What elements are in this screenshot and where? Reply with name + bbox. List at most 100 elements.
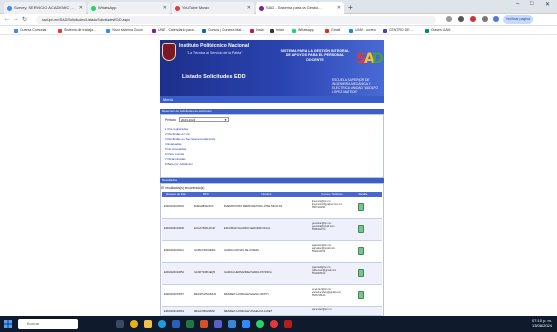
- browser-tab-active[interactable]: SAD - Sistema para la Gestió... ✕: [256, 2, 344, 14]
- correo-cell: gescobar@ipn.mx gescoba@gmail.com 55381022…: [312, 222, 335, 231]
- back-icon[interactable]: ←: [4, 16, 10, 22]
- tab-label: SAD - Sistema para la Gestió...: [266, 5, 322, 10]
- folio-cell: EDD2023010057: [164, 293, 184, 296]
- bookmarks-bar: Cuenta Comunal Sistema de trabajo... Vis…: [0, 26, 557, 35]
- task-view-icon[interactable]: [116, 320, 124, 328]
- detail-icon[interactable]: [358, 291, 364, 299]
- rfc-cell: GANP740811EQ5: [194, 271, 216, 274]
- maximize-button[interactable]: □: [530, 1, 534, 7]
- results-section-title: Resultados: [162, 178, 178, 182]
- nombre-cell: GARCIA HERNANDEZ MARIA PATRICIA: [224, 271, 272, 274]
- bookmark-item[interactable]: Sistema de trabajo...: [58, 27, 96, 34]
- extension-icon[interactable]: [482, 16, 488, 22]
- powerpoint-icon[interactable]: [200, 320, 208, 328]
- correo-cell: ajmendez@ipn.mx: [312, 308, 332, 311]
- browser-tab[interactable]: YouTube Music ✕: [172, 2, 254, 14]
- minimize-button[interactable]: –: [516, 1, 519, 7]
- page-title: Listado Solicitudes EDD: [182, 74, 246, 80]
- web-page: Instituto Politécnico Nacional "La Técni…: [0, 35, 557, 316]
- bookmark-item[interactable]: Whatsapp: [292, 27, 314, 34]
- close-icon[interactable]: ✕: [163, 2, 167, 14]
- table-row: EDD2023010034 BUEG880923UX BUENROSTRO BE…: [162, 197, 382, 219]
- bookmark-item[interactable]: UNE - Calendario para...: [152, 27, 196, 34]
- clock-date: 13/08/2024: [531, 323, 552, 328]
- rfc-cell: GUMA730914D8A: [194, 249, 216, 252]
- file-explorer-icon[interactable]: [144, 320, 152, 328]
- status-link[interactable]: 4 Evaluadas: [165, 142, 182, 146]
- taskbar: Buscar 07:10 p. m. 13/08/2024: [0, 316, 557, 332]
- rfc-cell: MEOR710522MH4: [194, 293, 216, 296]
- teams-icon[interactable]: [214, 320, 222, 328]
- filter-box: Periodo 2023-2024 ▼ 1 Pre-registradas 2 R…: [160, 114, 384, 178]
- folio-cell: EDD2023010063: [164, 310, 184, 313]
- bookmark-item[interactable]: Visor sistema Zoom: [106, 27, 143, 34]
- downloads-icon[interactable]: [493, 16, 499, 22]
- institute-name: Instituto Politécnico Nacional: [179, 43, 250, 49]
- word-icon[interactable]: [172, 320, 180, 328]
- correo-cell: pgarciah@ipn.mx pathernan@gmail.com 551490…: [312, 266, 337, 275]
- close-icon[interactable]: ✕: [79, 2, 83, 14]
- bookmark-item[interactable]: Gmail: [325, 27, 340, 34]
- folio-cell: EDD2023010041: [164, 249, 184, 252]
- browser-tab[interactable]: WhatsApp ✕: [88, 2, 170, 14]
- table-row: EDD2023010052 GANP740811EQ5 GARCIA HERNA…: [162, 263, 382, 285]
- detail-icon[interactable]: [358, 247, 364, 255]
- address-input[interactable]: sad.ipn.mx/SAD/Solicitudes/ListadoSolici…: [36, 16, 436, 24]
- extension-icon[interactable]: [458, 16, 464, 22]
- site-banner: Instituto Politécnico Nacional "La Técni…: [160, 40, 384, 96]
- mail-icon[interactable]: [228, 320, 236, 328]
- status-link[interactable]: 5 No Aceptadas: [165, 147, 186, 151]
- bookmark-item[interactable]: Clases UAM: [425, 27, 450, 34]
- system-clock[interactable]: 07:10 p. m. 13/08/2024: [520, 318, 552, 328]
- chrome-icon[interactable]: [130, 320, 138, 328]
- windows-start-icon[interactable]: [4, 320, 12, 328]
- close-icon[interactable]: ✕: [337, 2, 341, 14]
- ciclo-value: 2023-2024: [181, 118, 196, 122]
- status-link[interactable]: 8 Baja por Jubilación: [165, 162, 193, 166]
- browser-tab-bar: Survey, SERVICIO ACADEMIC ... ✕ WhatsApp ✕…: [0, 0, 557, 14]
- zoom-icon[interactable]: [242, 320, 250, 328]
- close-icon[interactable]: ✕: [247, 2, 251, 14]
- menu-bar[interactable]: Menú: [160, 96, 384, 103]
- new-tab-button[interactable]: +: [348, 3, 353, 13]
- extension-icon[interactable]: [470, 16, 476, 22]
- bookmark-item[interactable]: Inicio: [270, 27, 284, 34]
- status-link[interactable]: 1 Pre-registradas: [165, 127, 188, 131]
- system-title: SISTEMA PARA LA GESTIÓN INTEGRAL DE APOY…: [280, 49, 350, 62]
- nombre-cell: BUENROSTRO BERRONESTRA JOSE NICOLAS: [224, 205, 283, 208]
- reload-icon[interactable]: ↻: [22, 16, 27, 23]
- detail-icon[interactable]: [358, 225, 364, 233]
- status-link[interactable]: 3 Recibidas en Secretaría Académica: [165, 137, 215, 141]
- extension-icon[interactable]: [446, 16, 452, 22]
- status-link[interactable]: 7 Dictaminadas: [165, 157, 186, 161]
- table-row: EDD2023010063 MEGA780429M9I MENDEZ GONZA…: [162, 307, 382, 316]
- taskbar-search-input[interactable]: Buscar: [18, 319, 78, 329]
- detail-icon[interactable]: [358, 269, 364, 277]
- bookmark-item[interactable]: CENTRO DE ...: [383, 27, 414, 34]
- tab-favicon: [175, 6, 180, 11]
- ciclo-select[interactable]: 2023-2024 ▼: [179, 117, 229, 122]
- table-row: EDD2023010057 MEOR710522MH4 MENDEZ GONZA…: [162, 285, 382, 307]
- forward-icon[interactable]: →: [13, 16, 19, 22]
- edge-icon[interactable]: [158, 320, 166, 328]
- filter-section-title: Resumen de solicitudes de estímulos: [162, 109, 212, 113]
- close-window-button[interactable]: ✕: [545, 1, 550, 8]
- bookmark-item[interactable]: Cuenta Comunal: [14, 27, 46, 34]
- music-icon[interactable]: [270, 320, 278, 328]
- nombre-cell: MENDEZ GONZALEZ ELENA CRISTY: [224, 293, 269, 296]
- bookmark-item[interactable]: Insta: [250, 27, 264, 34]
- menu-label[interactable]: Menú: [163, 97, 173, 102]
- whatsapp-icon[interactable]: [256, 320, 264, 328]
- profile-button[interactable]: Verificar pagina: [503, 15, 533, 24]
- tab-favicon: [7, 6, 12, 11]
- status-link[interactable]: 6 Para Comité: [165, 152, 184, 156]
- table-row: EDD2023010036 ECGA750612FH0 ESCOBAR GUAR…: [162, 219, 382, 241]
- browser-tab[interactable]: Survey, SERVICIO ACADEMIC ... ✕: [4, 2, 86, 14]
- status-link[interactable]: 2 Recibidas en UA: [165, 132, 190, 136]
- bookmark-item[interactable]: UAM - correo: [349, 27, 376, 34]
- acrobat-icon[interactable]: [284, 320, 292, 328]
- bookmark-item[interactable]: Cursos | Cursera Mat...: [202, 27, 244, 34]
- detail-icon[interactable]: [358, 203, 364, 211]
- excel-icon[interactable]: [186, 320, 194, 328]
- institute-motto: "La Técnica al Servicio de la Patria": [187, 51, 243, 55]
